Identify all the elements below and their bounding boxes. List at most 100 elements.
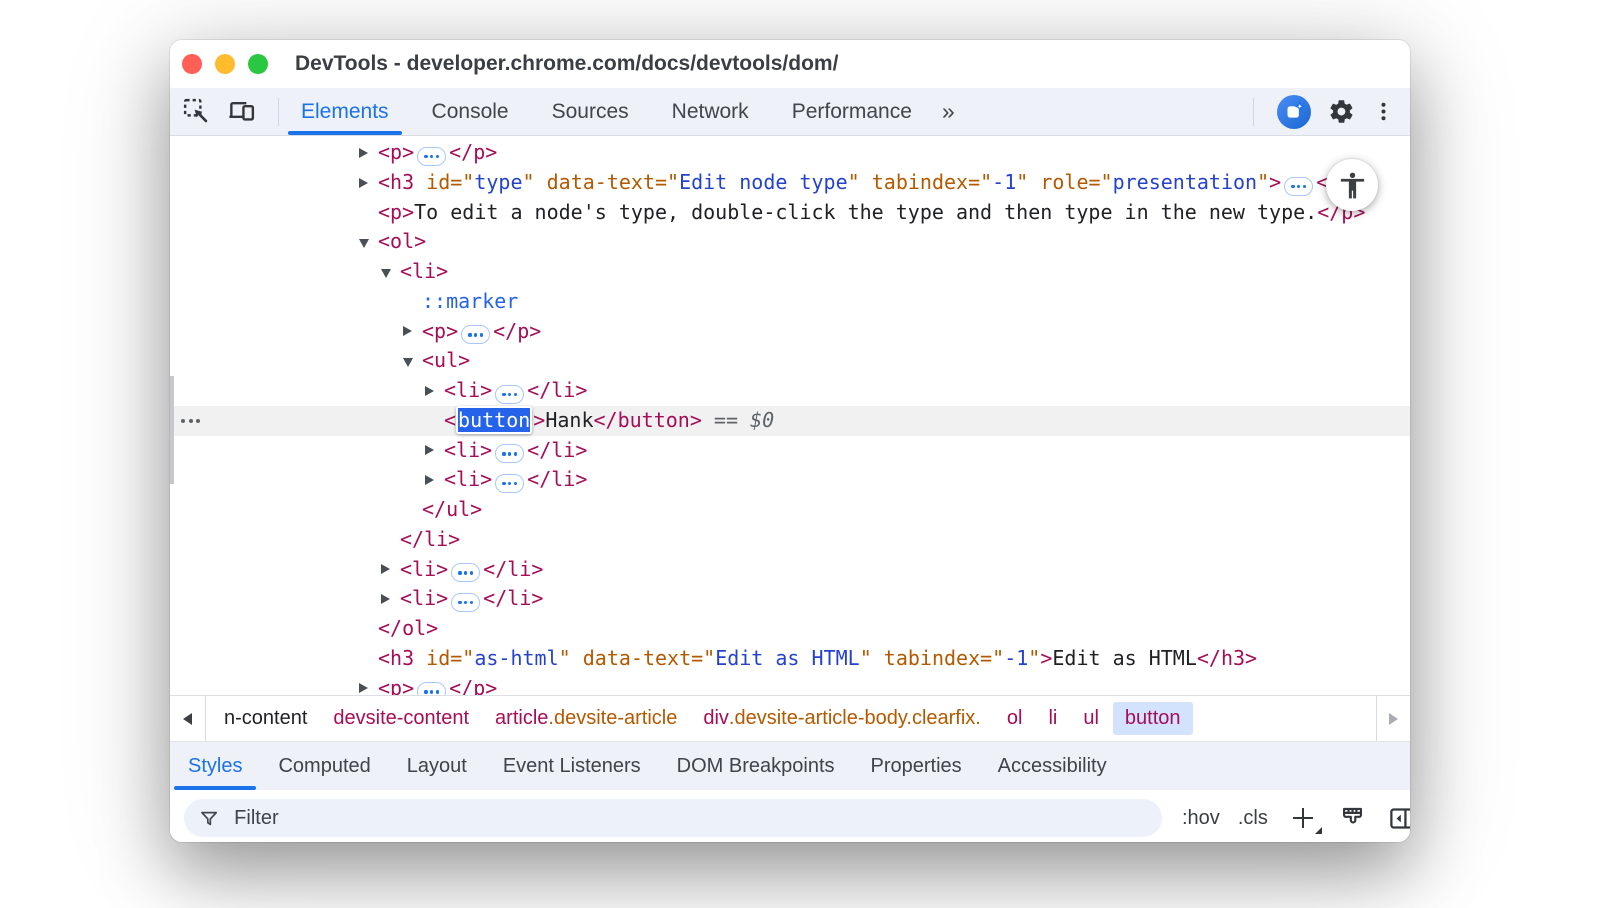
dom-tree-row[interactable]: <h3 id="type" data-text="Edit node type"… xyxy=(170,168,1410,198)
breadcrumb-item[interactable]: ul xyxy=(1071,702,1111,735)
dom-tree-row[interactable]: <h3 id="as-html" data-text="Edit as HTML… xyxy=(170,644,1410,674)
expand-arrow-icon[interactable] xyxy=(425,475,434,485)
pseudo-state-toggle[interactable]: :hov xyxy=(1182,807,1220,830)
tab-sources[interactable]: Sources xyxy=(552,88,629,135)
breadcrumb-text: .devsite-article xyxy=(548,707,677,730)
code-token: " xyxy=(848,170,872,194)
tab-network[interactable]: Network xyxy=(672,88,749,135)
dom-tree-row[interactable]: <li></li> xyxy=(170,376,1410,406)
tab-dom-breakpoints[interactable]: DOM Breakpoints xyxy=(677,742,835,790)
ellipsis-expand-button[interactable] xyxy=(461,325,490,344)
dom-tree-row[interactable]: <li></li> xyxy=(170,436,1410,466)
code-token: > xyxy=(533,408,545,432)
dom-tree-row[interactable]: </ul> xyxy=(170,495,1410,525)
tab-event-listeners[interactable]: Event Listeners xyxy=(503,742,641,790)
dom-tree-row[interactable]: <li> xyxy=(170,257,1410,287)
tab-elements[interactable]: Elements xyxy=(301,88,389,135)
styles-filter-input[interactable] xyxy=(232,806,1147,831)
dom-tree: <p></p><h3 id="type" data-text="Edit nod… xyxy=(170,138,1410,695)
dom-tree-row[interactable]: </li> xyxy=(170,525,1410,555)
more-actions-icon[interactable] xyxy=(181,419,200,423)
minimize-window-button[interactable] xyxy=(215,54,235,74)
zoom-window-button[interactable] xyxy=(248,54,268,74)
devtools-toolbar: Elements Console Sources Network Performance… xyxy=(170,88,1410,136)
tab-properties[interactable]: Properties xyxy=(871,742,962,790)
code-token: </li> xyxy=(527,378,587,402)
dom-tree-row[interactable]: <p></p> xyxy=(170,674,1410,696)
breadcrumb-item[interactable]: n-content xyxy=(212,702,319,735)
dom-tree-row-selected[interactable]: <button>Hank</button> == $0 xyxy=(170,406,1410,436)
breadcrumb-list: n-contentdevsite-contentarticle.devsite-… xyxy=(212,702,1193,735)
state-toggles: :hov .cls xyxy=(1182,807,1268,830)
collapse-arrow-icon[interactable] xyxy=(381,269,391,278)
panel-tabs: Elements Console Sources Network Performance xyxy=(301,88,912,135)
scrollbar-thumb[interactable] xyxy=(170,376,174,484)
dom-tree-row[interactable]: <li></li> xyxy=(170,465,1410,495)
class-toggle[interactable]: .cls xyxy=(1238,807,1268,830)
expand-arrow-icon[interactable] xyxy=(381,594,390,604)
ellipsis-expand-button[interactable] xyxy=(1284,177,1313,196)
ellipsis-expand-button[interactable] xyxy=(495,474,524,493)
expand-arrow-icon[interactable] xyxy=(403,326,412,336)
expand-arrow-icon[interactable] xyxy=(359,148,368,158)
dom-tree-row[interactable]: <li></li> xyxy=(170,584,1410,614)
dom-tree-row[interactable]: <p></p> xyxy=(170,317,1410,347)
code-token: as-html xyxy=(474,646,558,670)
collapse-arrow-icon[interactable] xyxy=(403,358,413,367)
breadcrumb-item[interactable]: ol xyxy=(995,702,1035,735)
collapse-arrow-icon[interactable] xyxy=(359,239,369,248)
desktop-background: DevTools - developer.chrome.com/docs/dev… xyxy=(0,0,1600,908)
inspect-element-button[interactable] xyxy=(182,97,211,126)
ellipsis-expand-button[interactable] xyxy=(417,147,446,166)
gear-icon xyxy=(1328,98,1355,125)
breadcrumb-text: div xyxy=(703,707,729,730)
breadcrumb-item[interactable]: devsite-content xyxy=(321,702,481,735)
ellipsis-expand-button[interactable] xyxy=(495,385,524,404)
dom-tree-row[interactable]: ::marker xyxy=(170,287,1410,317)
expand-arrow-icon[interactable] xyxy=(359,178,368,188)
dom-tree-row[interactable]: <li></li> xyxy=(170,555,1410,585)
dom-tree-row[interactable]: <ul> xyxy=(170,346,1410,376)
breadcrumb-text: button xyxy=(1125,707,1181,730)
expand-arrow-icon[interactable] xyxy=(359,683,368,693)
code-token: </ul> xyxy=(422,497,482,521)
breadcrumb-item-selected[interactable]: button xyxy=(1113,702,1193,735)
dom-tree-row[interactable]: <p>To edit a node's type, double-click t… xyxy=(170,198,1410,228)
settings-button[interactable] xyxy=(1328,98,1355,125)
breadcrumb-item[interactable]: li xyxy=(1036,702,1069,735)
dom-tree-row[interactable]: </ol> xyxy=(170,614,1410,644)
code-token: <li> xyxy=(444,467,492,491)
ellipsis-expand-button[interactable] xyxy=(495,444,524,463)
code-token: " xyxy=(1028,646,1040,670)
code-token: </ol> xyxy=(378,616,438,640)
breadcrumbs-scroll-right-button[interactable] xyxy=(1376,696,1410,741)
dom-tree-row[interactable]: <ol> xyxy=(170,227,1410,257)
tab-computed[interactable]: Computed xyxy=(278,742,370,790)
ellipsis-expand-button[interactable] xyxy=(417,682,446,695)
device-toolbar-button[interactable] xyxy=(227,97,256,126)
dock-sidebar-button[interactable] xyxy=(1388,805,1410,832)
ellipsis-expand-button[interactable] xyxy=(451,593,480,612)
expand-arrow-icon[interactable] xyxy=(425,445,434,455)
tab-performance[interactable]: Performance xyxy=(792,88,912,135)
dom-tree-row[interactable]: <p></p> xyxy=(170,138,1410,168)
breadcrumbs-scroll-left-button[interactable] xyxy=(170,696,206,741)
ai-assistance-button[interactable] xyxy=(1277,95,1311,129)
code-token: presentation xyxy=(1113,170,1258,194)
rendering-brush-button[interactable] xyxy=(1339,805,1366,832)
tab-accessibility[interactable]: Accessibility xyxy=(998,742,1107,790)
expand-arrow-icon[interactable] xyxy=(425,386,434,396)
menu-kebab-button[interactable] xyxy=(1372,100,1395,123)
toolbar-left-icons xyxy=(170,88,285,135)
tab-console[interactable]: Console xyxy=(432,88,509,135)
tag-name-editor[interactable]: button xyxy=(456,406,532,434)
tab-styles[interactable]: Styles xyxy=(188,742,242,790)
new-style-rule-button[interactable] xyxy=(1290,805,1317,832)
expand-arrow-icon[interactable] xyxy=(381,564,390,574)
breadcrumb-item[interactable]: div.devsite-article-body.clearfix. xyxy=(691,702,993,735)
close-window-button[interactable] xyxy=(182,54,202,74)
more-tabs-button[interactable]: » xyxy=(942,88,955,135)
tab-layout[interactable]: Layout xyxy=(407,742,467,790)
breadcrumb-item[interactable]: article.devsite-article xyxy=(483,702,689,735)
ellipsis-expand-button[interactable] xyxy=(451,563,480,582)
